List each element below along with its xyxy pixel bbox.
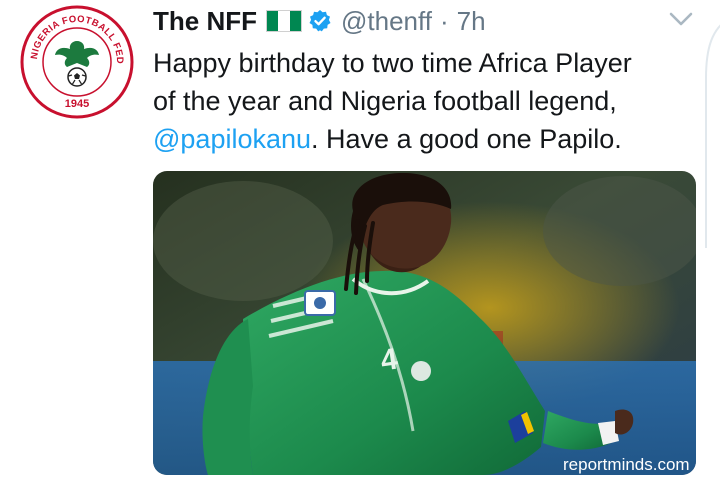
avatar-year: 1945 xyxy=(65,98,89,110)
tweet-timestamp[interactable]: 7h xyxy=(457,6,486,37)
tweet-header: The NFF @thenff · 7h xyxy=(153,4,486,38)
verified-badge-icon xyxy=(309,10,331,32)
display-name[interactable]: The NFF xyxy=(153,6,257,37)
tweet-line-1: Happy birthday to two time Africa Player xyxy=(153,48,632,78)
tweet-line-2: of the year and Nigeria football legend, xyxy=(153,86,617,116)
football-icon xyxy=(67,67,87,87)
tweet-line-3-rest: . Have a good one Papilo. xyxy=(311,124,622,154)
avatar[interactable]: NIGERIA FOOTBALL FEDERATION 1945 xyxy=(20,5,134,119)
mention-link[interactable]: @papilokanu xyxy=(153,124,311,154)
account-handle[interactable]: @thenff xyxy=(341,6,432,37)
chevron-down-icon[interactable] xyxy=(668,10,694,28)
player-photo: 4 xyxy=(153,171,696,475)
image-watermark: reportminds.com xyxy=(563,455,690,474)
separator-dot: · xyxy=(439,5,449,36)
tweet-text: Happy birthday to two time Africa Player… xyxy=(153,44,713,158)
tweet-line-3: @papilokanu. Have a good one Papilo. xyxy=(153,120,713,158)
nigeria-flag-icon xyxy=(266,10,302,32)
tweet-media-image[interactable]: 4 xyxy=(153,171,696,475)
